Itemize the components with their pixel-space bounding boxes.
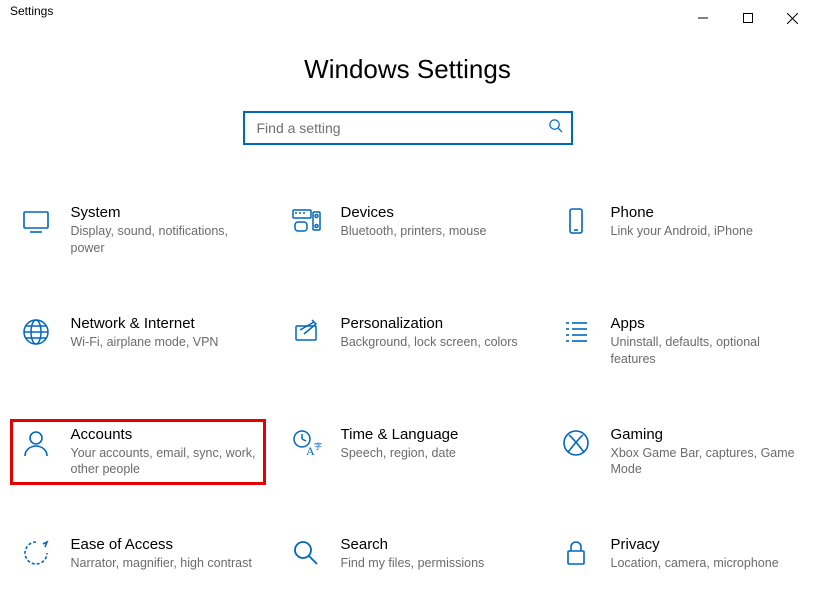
tile-title: Apps <box>611 315 797 332</box>
tile-personalization[interactable]: Personalization Background, lock screen,… <box>283 311 533 372</box>
page-body: Windows Settings System Display, sound, … <box>0 34 815 592</box>
tile-title: Privacy <box>611 536 797 553</box>
tile-accounts[interactable]: Accounts Your accounts, email, sync, wor… <box>13 422 263 483</box>
page-title: Windows Settings <box>0 54 815 85</box>
ease-of-access-icon <box>19 536 53 570</box>
magnifier-icon <box>289 536 323 570</box>
tile-desc: Wi-Fi, airplane mode, VPN <box>71 334 257 351</box>
xbox-icon <box>559 426 593 460</box>
tile-ease-of-access[interactable]: Ease of Access Narrator, magnifier, high… <box>13 532 263 592</box>
apps-icon <box>559 315 593 349</box>
maximize-button[interactable] <box>725 4 770 32</box>
tile-desc: Uninstall, defaults, optional features <box>611 334 797 368</box>
minimize-button[interactable] <box>680 4 725 32</box>
tile-desc: Background, lock screen, colors <box>341 334 527 351</box>
tile-desc: Link your Android, iPhone <box>611 223 797 240</box>
tile-time-language[interactable]: A 字 Time & Language Speech, region, date <box>283 422 533 483</box>
tile-network[interactable]: Network & Internet Wi-Fi, airplane mode,… <box>13 311 263 372</box>
time-language-icon: A 字 <box>289 426 323 460</box>
tile-desc: Find my files, permissions <box>341 555 527 572</box>
titlebar: Settings <box>0 0 815 34</box>
tile-desc: Display, sound, notifications, power <box>71 223 257 257</box>
tile-phone[interactable]: Phone Link your Android, iPhone <box>553 200 803 261</box>
tile-desc: Your accounts, email, sync, work, other … <box>71 445 257 479</box>
tile-title: Personalization <box>341 315 527 332</box>
tile-search[interactable]: Search Find my files, permissions <box>283 532 533 592</box>
tile-title: Search <box>341 536 527 553</box>
tile-desc: Speech, region, date <box>341 445 527 462</box>
tile-desc: Narrator, magnifier, high contrast <box>71 555 257 572</box>
tile-title: Accounts <box>71 426 257 443</box>
svg-text:字: 字 <box>314 441 322 451</box>
close-button[interactable] <box>770 4 815 32</box>
tile-system[interactable]: System Display, sound, notifications, po… <box>13 200 263 261</box>
search-input[interactable] <box>255 119 548 137</box>
devices-icon <box>289 204 323 238</box>
close-icon <box>787 13 798 24</box>
phone-icon <box>559 204 593 238</box>
tile-title: Phone <box>611 204 797 221</box>
tile-desc: Bluetooth, printers, mouse <box>341 223 527 240</box>
maximize-icon <box>743 13 753 23</box>
search-wrap <box>0 111 815 145</box>
tile-title: Devices <box>341 204 527 221</box>
tile-gaming[interactable]: Gaming Xbox Game Bar, captures, Game Mod… <box>553 422 803 483</box>
paintbrush-icon <box>289 315 323 349</box>
globe-icon <box>19 315 53 349</box>
lock-icon <box>559 536 593 570</box>
tile-title: Gaming <box>611 426 797 443</box>
tile-title: Time & Language <box>341 426 527 443</box>
search-icon <box>548 118 563 138</box>
window-controls <box>680 4 815 32</box>
search-box[interactable] <box>243 111 573 145</box>
tile-desc: Location, camera, microphone <box>611 555 797 572</box>
tile-title: Network & Internet <box>71 315 257 332</box>
minimize-icon <box>698 13 708 23</box>
tile-apps[interactable]: Apps Uninstall, defaults, optional featu… <box>553 311 803 372</box>
tile-title: System <box>71 204 257 221</box>
tile-privacy[interactable]: Privacy Location, camera, microphone <box>553 532 803 592</box>
settings-grid: System Display, sound, notifications, po… <box>0 200 815 592</box>
person-icon <box>19 426 53 460</box>
system-icon <box>19 204 53 238</box>
window-title: Settings <box>10 4 53 18</box>
tile-desc: Xbox Game Bar, captures, Game Mode <box>611 445 797 479</box>
tile-devices[interactable]: Devices Bluetooth, printers, mouse <box>283 200 533 261</box>
tile-title: Ease of Access <box>71 536 257 553</box>
